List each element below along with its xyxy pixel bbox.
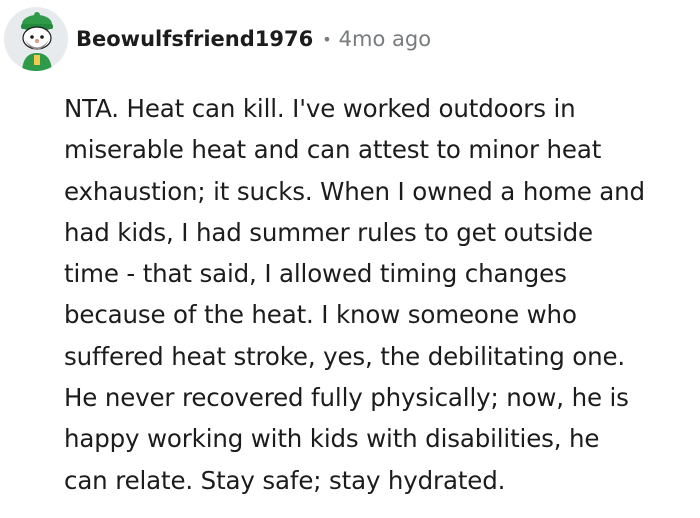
avatar[interactable] — [4, 7, 68, 71]
comment-line: because of the heat. I know someone who — [64, 300, 577, 330]
snoo-avatar-icon — [21, 12, 53, 71]
comment: Beowulfsfriend1976 • 4mo ago NTA. Heat c… — [0, 0, 700, 518]
timestamp[interactable]: 4mo ago — [339, 27, 431, 51]
comment-body: NTA. Heat can kill. I've worked outdoors… — [64, 88, 696, 501]
comment-line: exhaustion; it sucks. When I owned a hom… — [64, 176, 645, 206]
comment-line: NTA. Heat can kill. I've worked outdoors… — [64, 94, 576, 123]
comment-line: can relate. Stay safe; stay hydrated. — [64, 465, 506, 495]
username-link[interactable]: Beowulfsfriend1976 — [76, 27, 313, 51]
comment-line: had kids, I had summer rules to get outs… — [64, 217, 593, 247]
comment-line: suffered heat stroke, yes, the debilitat… — [64, 341, 626, 371]
comment-line: happy working with kids with disabilitie… — [64, 424, 600, 454]
meta-separator: • — [322, 29, 332, 49]
comment-header: Beowulfsfriend1976 • 4mo ago — [4, 6, 431, 72]
comment-line: miserable heat and can attest to minor h… — [64, 135, 602, 165]
comment-line: time - that said, I allowed timing chang… — [64, 259, 567, 289]
comment-line: He never recovered fully physically; now… — [64, 383, 629, 413]
